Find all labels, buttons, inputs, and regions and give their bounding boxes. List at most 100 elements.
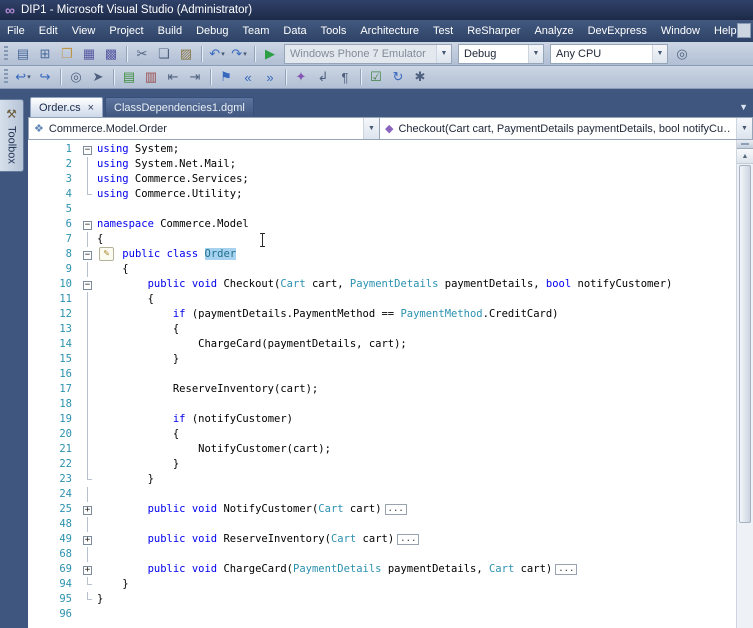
new-project-icon[interactable]: ▤ [12,44,34,64]
menu-project[interactable]: Project [102,20,150,42]
code-line-16[interactable]: 16 [28,367,736,382]
close-icon[interactable]: × [88,102,94,114]
code-line-10[interactable]: 10− public void Checkout(Cart cart, Paym… [28,277,736,292]
comment-selection-icon[interactable]: ▤ [118,67,140,87]
code-line-69[interactable]: 69 + public void ChargeCard(PaymentDetail… [28,562,736,577]
code-line-4[interactable]: 4 using Commerce.Utility; [28,187,736,202]
chevron-down-icon[interactable]: ▼ [652,44,667,63]
chevron-down-icon[interactable]: ▾ [243,50,247,58]
code-line-14[interactable]: 14 ChargeCard(paymentDetails, cart); [28,337,736,352]
code-line-15[interactable]: 15 } [28,352,736,367]
toolbar-grip[interactable] [4,69,8,85]
show-whitespace-icon[interactable]: ¶ [334,67,356,87]
word-wrap-icon[interactable]: ↲ [312,67,334,87]
title-bar[interactable]: ∞ DIP1 - Microsoft Visual Studio (Admini… [0,0,753,20]
code-line-6[interactable]: 6− namespace Commerce.Model [28,217,736,232]
start-debugging-icon[interactable]: ▶ [259,44,281,64]
paste-icon[interactable]: ▨ [175,44,197,64]
toolbox-autohide-tab[interactable]: ⚒ Toolbox [0,99,24,172]
fold-expand-icon[interactable]: + [80,502,97,517]
menu-analyze[interactable]: Analyze [527,20,580,42]
fold-collapse-icon[interactable]: − [80,247,97,262]
add-item-icon[interactable]: ⊞ [34,44,56,64]
menu-overflow-button[interactable] [737,23,751,38]
options-icon[interactable]: ✱ [409,67,431,87]
fold-collapse-icon[interactable]: − [80,217,97,232]
scroll-up-arrow[interactable]: ▲ [737,149,753,164]
menu-file[interactable]: File [0,20,32,42]
toggle-bookmark-icon[interactable]: ⚑ [215,67,237,87]
fold-collapse-icon[interactable]: − [80,142,97,157]
code-line-13[interactable]: 13 { [28,322,736,337]
navigate-forward-icon[interactable]: ↪ [34,67,56,87]
code-line-96[interactable]: 96 [28,607,736,622]
redo-icon[interactable]: ↷ ▾ [228,44,250,64]
fold-expand-icon[interactable]: + [80,562,97,577]
deployment-target-combo[interactable]: Windows Phone 7 Emulator ▼ [284,43,452,64]
solution-platform-combo[interactable]: Any CPU ▼ [550,43,668,64]
menu-resharper[interactable]: ReSharper [460,20,527,42]
chevron-down-icon[interactable]: ▼ [736,118,752,139]
previous-bookmark-icon[interactable]: « [237,67,259,87]
code-line-8[interactable]: ✎ 8− public class Order [28,247,736,262]
collapsed-region-box[interactable]: ... [384,503,407,515]
code-line-48[interactable]: 48 [28,517,736,532]
chevron-down-icon[interactable]: ▼ [436,44,451,63]
members-dropdown[interactable]: ◆ Checkout(Cart cart, PaymentDetails pay… [380,117,753,140]
code-line-24[interactable]: 24 [28,487,736,502]
code-line-5[interactable]: 5 [28,202,736,217]
menu-window[interactable]: Window [654,20,707,42]
menu-data[interactable]: Data [276,20,313,42]
scrollbar-thumb[interactable] [739,165,751,523]
collapsed-region-box[interactable]: ... [555,563,578,575]
chevron-down-icon[interactable]: ▼ [363,118,379,139]
tab-order-cs[interactable]: Order.cs × [30,97,104,117]
refresh-icon[interactable]: ↻ [387,67,409,87]
save-icon[interactable]: ▦ [78,44,100,64]
decrease-indent-icon[interactable]: ⇤ [162,67,184,87]
menu-build[interactable]: Build [151,20,189,42]
chevron-down-icon[interactable]: ▾ [221,50,225,58]
code-line-49[interactable]: 49 + public void ReserveInventory(Cart ca… [28,532,736,547]
next-bookmark-icon[interactable]: » [259,67,281,87]
menu-edit[interactable]: Edit [32,20,65,42]
code-line-95[interactable]: 95} [28,592,736,607]
code-line-68[interactable]: 68 [28,547,736,562]
code-line-19[interactable]: 19 if (notifyCustomer) [28,412,736,427]
chevron-down-icon[interactable]: ▾ [27,73,31,81]
code-line-11[interactable]: 11 { [28,292,736,307]
code-line-18[interactable]: 18 [28,397,736,412]
undo-icon[interactable]: ↶ ▾ [206,44,228,64]
code-line-2[interactable]: 2 using System.Net.Mail; [28,157,736,172]
menu-team[interactable]: Team [236,20,277,42]
tab-list-dropdown-icon[interactable]: ▼ [739,102,748,112]
navigate-backward-icon[interactable]: ↩ ▾ [12,67,34,87]
toolbar-grip[interactable] [4,45,8,62]
editor-split-handle[interactable] [737,140,753,149]
code-line-9[interactable]: 9 { [28,262,736,277]
code-line-94[interactable]: 94 } [28,577,736,592]
menu-tools[interactable]: Tools [314,20,354,42]
code-line-12[interactable]: 12 if (paymentDetails.PaymentMethod == P… [28,307,736,322]
menu-architecture[interactable]: Architecture [353,20,426,42]
cut-icon[interactable]: ✂ [131,44,153,64]
code-line-22[interactable]: 22 } [28,457,736,472]
go-to-definition-icon[interactable]: ➤ [87,67,109,87]
solution-configuration-combo[interactable]: Debug ▼ [458,43,544,64]
menu-devexpress[interactable]: DevExpress [581,20,654,42]
chevron-down-icon[interactable]: ▼ [528,44,543,63]
types-dropdown[interactable]: ❖ Commerce.Model.Order ▼ [28,117,380,140]
save-all-icon[interactable]: ▩ [100,44,122,64]
code-line-3[interactable]: 3 using Commerce.Services; [28,172,736,187]
fold-collapse-icon[interactable]: − [80,277,97,292]
menu-test[interactable]: Test [426,20,460,42]
code-line-17[interactable]: 17 ReserveInventory(cart); [28,382,736,397]
tab-classdependencies1-dgml[interactable]: ClassDependencies1.dgml [105,97,254,117]
menu-view[interactable]: View [65,20,103,42]
code-line-23[interactable]: 23 } [28,472,736,487]
increase-indent-icon[interactable]: ⇥ [184,67,206,87]
vertical-scrollbar[interactable]: ▲ [736,140,753,628]
collapsed-region-box[interactable]: ... [397,533,420,545]
code-inspection-icon[interactable]: ☑ [365,67,387,87]
code-editor[interactable]: 1− using System; 2 using System.Net.Mail; 3 u… [28,140,736,628]
